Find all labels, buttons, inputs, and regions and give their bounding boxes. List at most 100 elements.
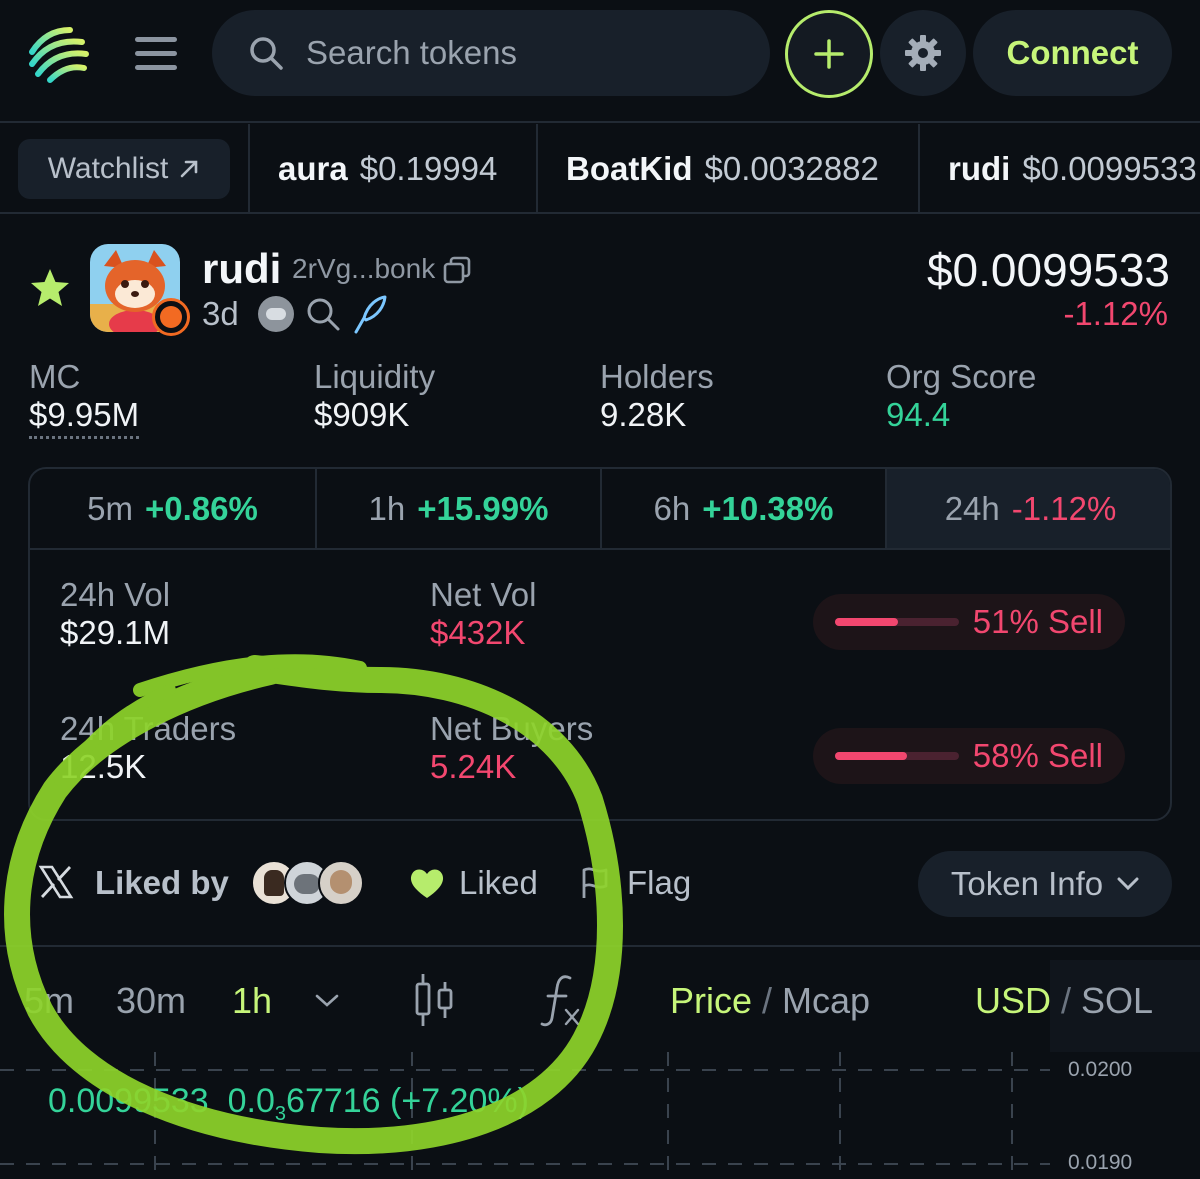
ticker-symbol: BoatKid [566,150,693,187]
stat-value: $9.95M [29,396,140,439]
token-age: 3d [202,295,239,332]
tab-label: 1h [368,489,406,527]
stat-mc[interactable]: MC $9.95M [29,358,140,439]
traders-ratio-bar [835,752,959,760]
axis-tick-label: 0.0190 [1068,1151,1132,1174]
traders-label: 24h Traders [60,710,237,747]
chevron-down-icon[interactable] [315,994,339,1008]
net-buyers-label: Net Buyers [430,710,594,747]
divider [0,121,1200,123]
stat-value: 9.28K [600,396,687,433]
tab-change: +0.86% [145,489,258,527]
ticker-price: $0.19994 [359,150,498,187]
net-vol-block: Net Vol $432K [430,576,536,652]
flag-label[interactable]: Flag [627,864,691,902]
interval-30m[interactable]: 30m [116,980,186,1022]
interval-5m[interactable]: 5m [24,980,74,1022]
divider [536,124,538,214]
tab-6h[interactable]: 6h +10.38% [602,469,887,550]
function-icon[interactable] [540,972,584,1028]
dev-avatar-icon[interactable] [258,296,294,332]
chain-badge [152,298,190,336]
token-name: rudi [202,245,282,292]
gear-icon [905,35,941,71]
search-bar[interactable] [212,10,770,96]
token-info-button[interactable]: Token Info [918,851,1172,917]
x-logo-icon[interactable] [38,864,74,900]
price-option[interactable]: Price [670,980,752,1021]
readout-change-rest: 67716 (+7.20%) [286,1082,529,1120]
ticker-clip: rudi $0.0099533 [948,124,1200,214]
tab-change: +15.99% [417,489,549,527]
axis-tick-label: 0.0200 [1068,1058,1132,1081]
tab-change: +10.38% [702,489,834,527]
star-icon[interactable] [28,266,72,310]
token-address: 2rVg...bonk [292,253,436,284]
ticker-price: $0.0032882 [704,150,879,187]
ticker-item[interactable]: rudi $0.0099533 [948,150,1197,188]
ticker-item[interactable]: BoatKid $0.0032882 [566,150,879,188]
watchlist-label: Watchlist [47,152,169,185]
external-arrow-icon [180,160,198,178]
tab-label: 5m [87,489,133,527]
net-buyers-value: 5.24K [430,748,517,785]
net-buyers-block: Net Buyers 5.24K [430,710,593,786]
watchlist-button[interactable]: Watchlist [18,139,230,199]
chevron-down-icon [1117,877,1139,891]
ticker-item[interactable]: aura $0.19994 [278,150,497,188]
readout-change-prefix: 0.0 [227,1082,275,1120]
currency-toggle[interactable]: USD / SOL [975,980,1153,1022]
settings-button[interactable] [880,10,966,96]
copy-icon[interactable] [442,255,472,285]
candlestick-icon[interactable] [413,972,455,1028]
net-vol-value: $432K [430,614,526,651]
feather-icon[interactable] [352,294,388,334]
price-readout: 0.0099533 0.0367716 (+7.20%) [48,1082,529,1126]
tab-24h[interactable]: 24h -1.12% [887,469,1170,550]
mcap-option[interactable]: Mcap [782,980,870,1021]
price-mcap-toggle[interactable]: Price / Mcap [670,980,870,1022]
net-vol-label: Net Vol [430,576,537,613]
tab-5m[interactable]: 5m +0.86% [30,469,317,550]
timeframe-panel: 5m +0.86% 1h +15.99% 6h +10.38% 24h -1.12% 2… [28,467,1172,821]
ticker-symbol: rudi [948,150,1011,187]
vol-sell-pill: 51% Sell [813,594,1125,650]
ticker-symbol: aura [278,150,348,187]
readout-change-sub: 3 [274,1102,287,1125]
token-price: $0.0099533 [926,244,1170,296]
stat-label: Holders [600,358,714,395]
tab-1h[interactable]: 1h +15.99% [317,469,602,550]
vol-value: $29.1M [60,614,171,651]
traders-block: 24h Traders 12.5K [60,710,236,786]
divider [0,945,1200,947]
tab-change: -1.12% [1011,489,1117,527]
search-icon [250,37,283,70]
stat-org-score: Org Score 94.4 [886,358,1036,434]
heart-icon[interactable] [408,866,446,900]
sol-option[interactable]: SOL [1081,980,1153,1021]
vol-label: 24h Vol [60,576,171,613]
ticker-price: $0.0099533 [1022,150,1197,187]
vol-ratio-bar [835,618,959,626]
create-button[interactable] [785,10,873,98]
app-logo[interactable] [26,22,90,86]
search-input[interactable] [306,34,746,72]
stat-label: Org Score [886,358,1037,395]
traders-value: 12.5K [60,748,147,785]
token-price-change: -1.12% [1063,295,1168,332]
stat-value: 94.4 [886,396,951,433]
usd-option[interactable]: USD [975,980,1051,1021]
menu-icon[interactable] [135,37,177,79]
flag-icon[interactable] [580,866,610,900]
liked-label[interactable]: Liked [459,864,538,902]
tab-label: 6h [653,489,691,527]
vol-sell-text: 51% Sell [972,603,1103,640]
stat-label: Liquidity [314,358,436,395]
liker-avatar[interactable] [318,860,364,906]
stat-label: MC [29,358,81,395]
magnifier-icon[interactable] [305,296,341,332]
token-info-label: Token Info [950,865,1104,902]
stat-liquidity: Liquidity $909K [314,358,435,434]
interval-1h[interactable]: 1h [232,980,272,1022]
connect-button[interactable]: Connect [973,10,1172,96]
